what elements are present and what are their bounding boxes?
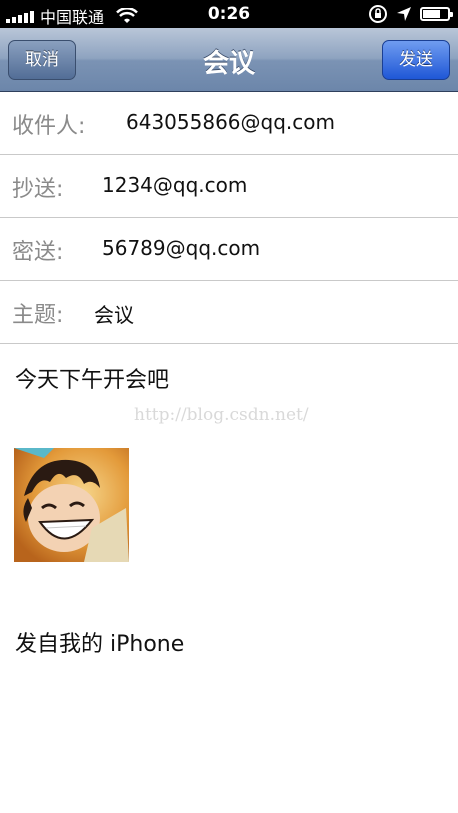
send-button[interactable]: 发送 <box>382 40 450 80</box>
bcc-value[interactable]: 56789@qq.com <box>102 236 260 260</box>
nav-bar: 取消 会议 发送 <box>0 28 458 92</box>
subject-field[interactable]: 主题: 会议 <box>0 281 458 344</box>
cartoon-face-image <box>14 448 129 562</box>
status-bar: 中国联通 0:26 <box>0 0 458 28</box>
battery-fill <box>423 10 440 18</box>
bcc-field[interactable]: 密送: 56789@qq.com <box>0 218 458 281</box>
to-value[interactable]: 643055866@qq.com <box>126 110 335 134</box>
bcc-label: 密送: <box>12 240 64 265</box>
attached-image[interactable] <box>14 448 129 562</box>
cc-value[interactable]: 1234@qq.com <box>102 173 247 197</box>
subject-label: 主题: <box>12 303 64 328</box>
battery-icon <box>420 7 453 21</box>
watermark-text: http://blog.csdn.net/ <box>134 405 309 425</box>
cc-label: 抄送: <box>12 177 64 202</box>
cc-field[interactable]: 抄送: 1234@qq.com <box>0 155 458 218</box>
rotation-lock-icon <box>369 5 387 23</box>
status-right <box>368 4 453 24</box>
to-field[interactable]: 收件人: 643055866@qq.com <box>0 92 458 155</box>
location-icon <box>397 7 411 21</box>
to-label: 收件人: <box>12 114 86 139</box>
subject-value[interactable]: 会议 <box>94 299 134 328</box>
signature-text: 发自我的 iPhone <box>15 632 185 657</box>
message-body[interactable]: 今天下午开会吧 <box>15 362 169 394</box>
